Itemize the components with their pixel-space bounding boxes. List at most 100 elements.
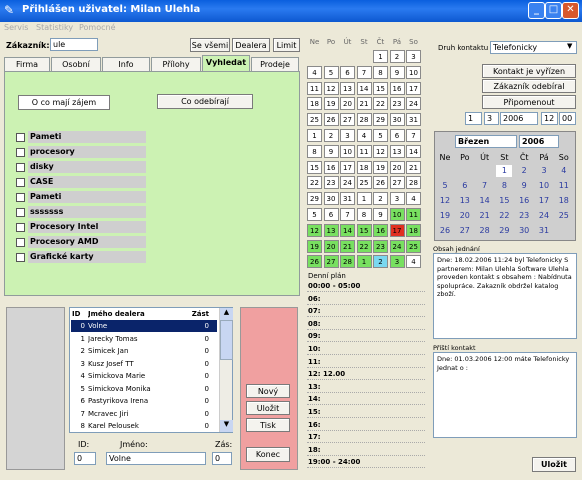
criteria-checkbox[interactable]: Procesory AMD — [16, 236, 146, 248]
table-scrollbar[interactable]: ▲ ▼ — [219, 308, 233, 432]
day-field[interactable]: 1 — [465, 112, 482, 125]
day-cell[interactable]: 1 — [356, 192, 372, 206]
checkbox-box[interactable] — [16, 163, 25, 172]
day-cell[interactable]: 22 — [307, 176, 322, 190]
day-cell[interactable]: 2 — [323, 129, 339, 142]
customer-bought-button[interactable]: Zákazník odebíral — [482, 79, 576, 93]
schedule-row[interactable]: 06: — [307, 293, 425, 305]
month-field[interactable]: 3 — [484, 112, 499, 125]
table-row[interactable]: 2 Simicek Jan 0 — [71, 345, 211, 357]
interest-button[interactable]: O co mají zájem — [18, 95, 110, 110]
day-cell[interactable]: 9 — [373, 208, 388, 221]
day-cell[interactable]: 24 — [389, 239, 405, 253]
tab-info[interactable]: Info — [102, 57, 150, 71]
day-cell[interactable]: 7 — [406, 129, 421, 142]
new-button[interactable]: Nový — [246, 384, 290, 398]
tab-prodeje[interactable]: Prodeje — [251, 57, 299, 71]
day-cell[interactable]: 6 — [340, 65, 355, 79]
minimize-button[interactable]: _ — [528, 2, 545, 19]
calendar-day[interactable]: 25 — [556, 210, 572, 222]
calendar-day[interactable] — [457, 165, 473, 177]
table-row[interactable]: 1 Jarecky Tomas 0 — [71, 333, 211, 345]
day-cell[interactable]: 6 — [323, 208, 339, 221]
calendar-day[interactable]: 27 — [457, 225, 473, 237]
day-cell[interactable]: 26 — [373, 176, 388, 190]
schedule-row[interactable]: 15: — [307, 406, 425, 418]
day-cell[interactable]: 28 — [340, 255, 355, 269]
year-field[interactable]: 2006 — [500, 112, 538, 125]
schedule-row[interactable]: 16: — [307, 419, 425, 431]
menu-servis[interactable]: Servis — [4, 23, 28, 32]
minute-field[interactable]: 00 — [559, 112, 576, 125]
day-cell[interactable]: 25 — [406, 239, 421, 253]
day-cell[interactable]: 25 — [307, 113, 322, 127]
day-cell[interactable]: 11 — [356, 144, 372, 158]
schedule-row[interactable]: 12: 12.00 — [307, 368, 425, 381]
day-cell[interactable]: 26 — [307, 255, 322, 269]
day-cell[interactable]: 23 — [389, 97, 405, 111]
day-cell[interactable]: 21 — [356, 97, 372, 111]
schedule-row[interactable]: 13: — [307, 381, 425, 393]
day-cell[interactable]: 5 — [307, 208, 322, 221]
schedule-row[interactable]: 00:00 - 05:00 — [307, 280, 425, 292]
contact-done-button[interactable]: Kontakt je vyřízen — [482, 64, 576, 78]
day-cell[interactable]: 6 — [389, 129, 405, 142]
day-cell[interactable]: 18 — [307, 97, 322, 111]
day-cell[interactable]: 11 — [406, 208, 421, 221]
day-cell[interactable]: 24 — [340, 176, 355, 190]
day-cell[interactable]: 4 — [406, 255, 421, 269]
day-cell[interactable]: 13 — [340, 81, 355, 95]
calendar-day[interactable]: 26 — [437, 225, 453, 237]
remind-button[interactable]: Připomenout — [482, 95, 576, 109]
chevron-down-icon[interactable]: ▼ — [567, 42, 572, 50]
day-cell[interactable]: 9 — [389, 65, 405, 79]
customer-input[interactable]: ule — [50, 38, 98, 51]
day-cell[interactable]: 13 — [389, 144, 405, 158]
calendar-day[interactable]: 1 — [496, 165, 513, 177]
schedule-row[interactable]: 10: — [307, 343, 425, 355]
calendar-day[interactable]: 16 — [516, 195, 532, 207]
day-cell[interactable]: 10 — [406, 65, 421, 79]
name-field[interactable]: Volne — [106, 452, 206, 465]
day-cell[interactable]: 7 — [340, 208, 355, 221]
day-cell[interactable]: 28 — [356, 113, 372, 127]
tab-firma[interactable]: Firma — [4, 57, 50, 71]
criteria-checkbox[interactable]: sssssss — [16, 206, 146, 218]
id-field[interactable]: 0 — [74, 452, 96, 465]
day-cell[interactable]: 3 — [389, 192, 405, 206]
criteria-checkbox[interactable]: Pameti — [16, 191, 146, 203]
tab-osobni[interactable]: Osobní — [51, 57, 101, 71]
year-select[interactable]: 2006 — [519, 135, 559, 148]
day-cell[interactable]: 27 — [389, 176, 405, 190]
day-cell[interactable]: 23 — [323, 176, 339, 190]
day-cell[interactable]: 30 — [323, 192, 339, 206]
day-cell[interactable]: 16 — [389, 81, 405, 95]
criteria-checkbox[interactable]: Pameti — [16, 131, 146, 143]
day-cell[interactable]: 16 — [373, 223, 388, 237]
day-cell[interactable]: 22 — [356, 239, 372, 253]
day-cell[interactable]: 29 — [307, 192, 322, 206]
day-cell[interactable]: 10 — [389, 208, 405, 221]
dealer-button[interactable]: Dealera — [232, 38, 270, 52]
schedule-row[interactable]: 09: — [307, 330, 425, 343]
calendar-day[interactable]: 22 — [496, 210, 512, 222]
day-cell[interactable]: 8 — [307, 144, 322, 158]
day-cell[interactable]: 20 — [340, 97, 355, 111]
day-cell[interactable]: 17 — [406, 81, 421, 95]
day-cell[interactable]: 8 — [373, 65, 388, 79]
table-row[interactable]: 5 Simickova Monika 0 — [71, 383, 211, 395]
hour-field[interactable]: 12 — [541, 112, 558, 125]
contact-type-select[interactable]: Telefonicky — [490, 41, 577, 54]
checkbox-box[interactable] — [16, 133, 25, 142]
day-cell[interactable]: 29 — [373, 113, 388, 127]
day-cell[interactable]: 20 — [323, 239, 339, 253]
day-cell[interactable]: 22 — [373, 97, 388, 111]
day-cell[interactable]: 5 — [373, 129, 388, 142]
day-cell[interactable]: 15 — [356, 223, 372, 237]
day-cell[interactable]: 18 — [356, 160, 372, 174]
day-cell[interactable]: 2 — [373, 192, 388, 206]
calendar-day[interactable]: 10 — [536, 180, 552, 192]
notes-text[interactable]: Dne: 18.02.2006 11:24 byl Telefonicky S … — [433, 253, 577, 339]
criteria-checkbox[interactable]: Grafické karty — [16, 251, 146, 263]
day-cell[interactable]: 15 — [373, 81, 388, 95]
